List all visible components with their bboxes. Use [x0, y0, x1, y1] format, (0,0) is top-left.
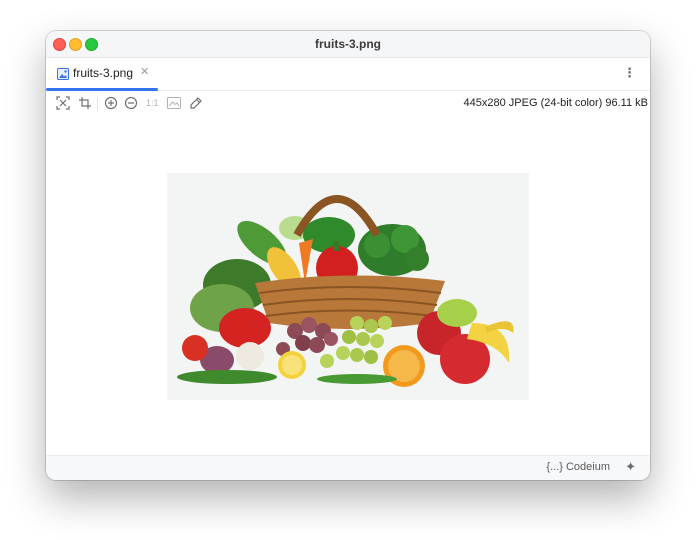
crop-icon[interactable]	[78, 95, 92, 111]
background-icon[interactable]	[167, 95, 181, 111]
tab-bar: fruits-3.png ✕ ⋮	[46, 58, 650, 91]
window-title: fruits-3.png	[315, 37, 381, 51]
tab-label: fruits-3.png	[73, 66, 134, 80]
sparkle-icon[interactable]: ✦	[625, 459, 636, 475]
fit-to-window-icon[interactable]	[56, 95, 70, 111]
tab-fruits-3[interactable]: fruits-3.png ✕	[46, 58, 158, 91]
fruit-basket-image	[167, 173, 529, 400]
toolbar-separator	[97, 97, 98, 111]
close-icon[interactable]: ✕	[140, 65, 149, 78]
image-viewer-window: fruits-3.png fruits-3.png ✕ ⋮ 1:1 445x28…	[46, 31, 650, 480]
actual-size-icon[interactable]: 1:1	[146, 95, 159, 111]
status-bar: {...} Codeium ✦	[46, 455, 650, 480]
more-options-icon[interactable]: ⋮	[623, 65, 636, 81]
codeium-widget[interactable]: {...} Codeium	[546, 461, 610, 473]
image-canvas	[46, 117, 650, 456]
image-file-icon	[57, 67, 69, 85]
zoom-in-icon[interactable]	[104, 95, 118, 111]
image-info: 445x280 JPEG (24-bit color) 96.11 kB	[463, 97, 648, 109]
zoom-out-icon[interactable]	[124, 95, 138, 111]
color-picker-icon[interactable]	[189, 95, 203, 111]
title-bar: fruits-3.png	[46, 31, 650, 58]
